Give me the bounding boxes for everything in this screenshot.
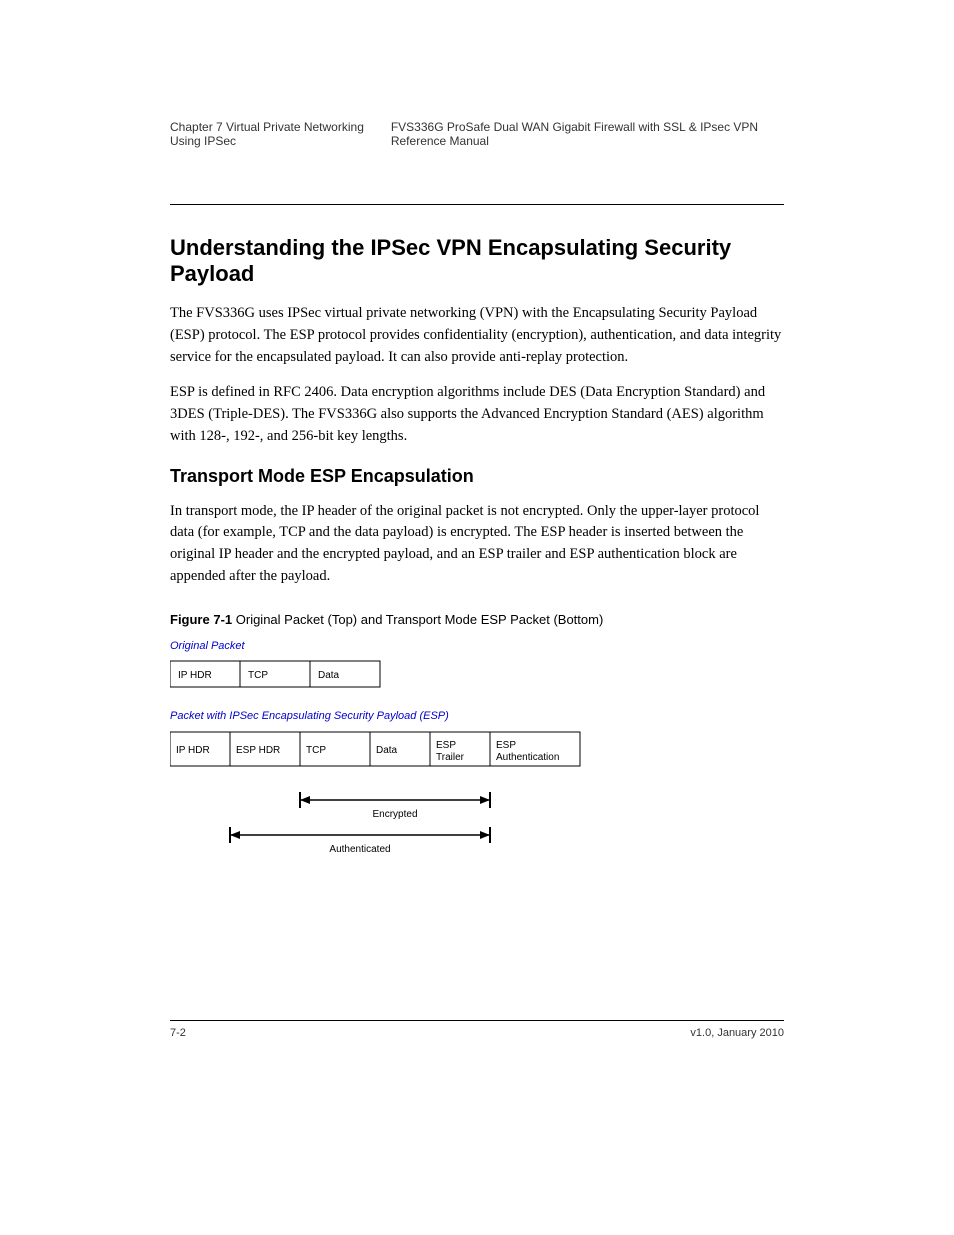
esp-packet-row: IP HDR ESP HDR TCP Data ESP Trailer ESP … bbox=[170, 732, 580, 766]
footer-version: v1.0, January 2010 bbox=[690, 1027, 784, 1039]
esp-cell-1: ESP HDR bbox=[236, 745, 280, 756]
esp-cell-3: Data bbox=[376, 745, 398, 756]
figure-caption: Figure 7-1 Original Packet (Top) and Tra… bbox=[170, 612, 784, 627]
encrypted-label: Encrypted bbox=[372, 809, 417, 820]
authenticated-range: Authenticated bbox=[230, 827, 490, 855]
svg-text:ESP: ESP bbox=[436, 740, 456, 751]
diagram-caption-top: Original Packet bbox=[170, 640, 246, 652]
section-heading: Understanding the IPSec VPN Encapsulatin… bbox=[170, 235, 784, 287]
esp-cell-2: TCP bbox=[306, 745, 326, 756]
orig-cell-1: TCP bbox=[248, 670, 268, 681]
footer-page-number: 7-2 bbox=[170, 1027, 186, 1039]
figure-number: Figure 7-1 bbox=[170, 612, 232, 627]
svg-text:Trailer: Trailer bbox=[436, 752, 465, 763]
body-paragraph-3: In transport mode, the IP header of the … bbox=[170, 501, 784, 588]
body-paragraph-2: ESP is defined in RFC 2406. Data encrypt… bbox=[170, 382, 784, 447]
orig-cell-0: IP HDR bbox=[178, 670, 212, 681]
authenticated-label: Authenticated bbox=[329, 844, 390, 855]
diagram-caption-mid: Packet with IPSec Encapsulating Security… bbox=[170, 710, 449, 722]
figure-diagram: Original Packet IP HDR TCP Data Packet w… bbox=[170, 637, 784, 882]
page-header: Chapter 7 Virtual Private Networking Usi… bbox=[170, 120, 784, 154]
figure-title: Original Packet (Top) and Transport Mode… bbox=[236, 612, 604, 627]
header-rule bbox=[170, 204, 784, 205]
header-right: FVS336G ProSafe Dual WAN Gigabit Firewal… bbox=[391, 120, 784, 148]
esp-cell-0: IP HDR bbox=[176, 745, 210, 756]
encrypted-range: Encrypted bbox=[300, 792, 490, 820]
svg-text:Authentication: Authentication bbox=[496, 752, 559, 763]
orig-cell-2: Data bbox=[318, 670, 340, 681]
header-left: Chapter 7 Virtual Private Networking Usi… bbox=[170, 120, 391, 148]
subsection-heading: Transport Mode ESP Encapsulation bbox=[170, 466, 784, 487]
original-packet-row: IP HDR TCP Data bbox=[170, 661, 380, 687]
body-paragraph-1: The FVS336G uses IPSec virtual private n… bbox=[170, 303, 784, 368]
svg-text:ESP: ESP bbox=[496, 740, 516, 751]
page-footer: 7-2 v1.0, January 2010 bbox=[170, 1020, 784, 1039]
